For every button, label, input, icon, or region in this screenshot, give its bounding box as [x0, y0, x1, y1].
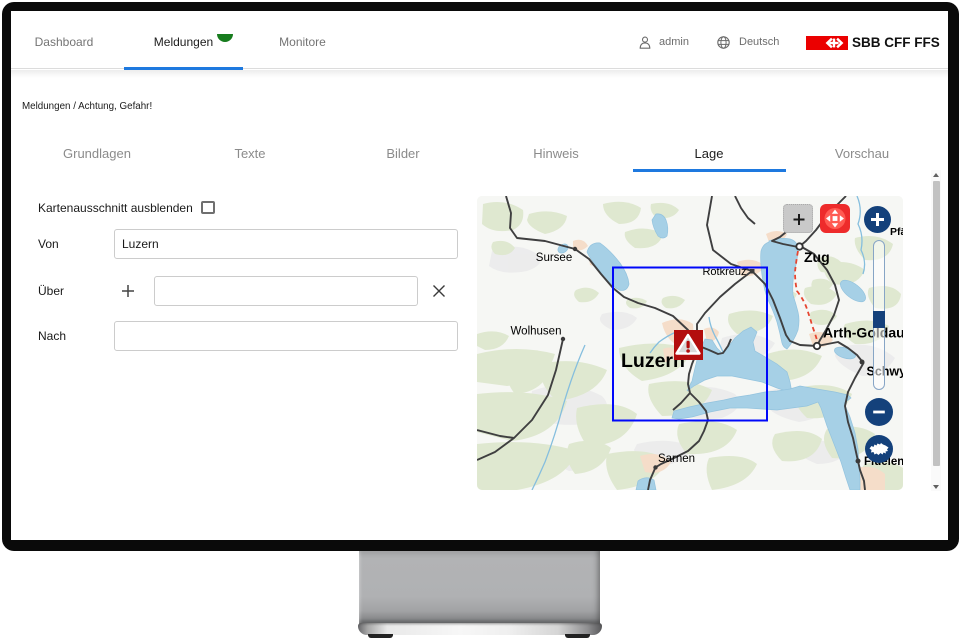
- svg-text:Zug: Zug: [804, 249, 830, 265]
- svg-text:Arth-Goldau: Arth-Goldau: [823, 325, 903, 341]
- svg-text:Sarnen: Sarnen: [658, 453, 695, 465]
- svg-text:Wolhusen: Wolhusen: [511, 326, 562, 338]
- svg-text:Pfäffikon: Pfäffikon: [890, 226, 903, 238]
- svg-text:Sursee: Sursee: [536, 252, 572, 264]
